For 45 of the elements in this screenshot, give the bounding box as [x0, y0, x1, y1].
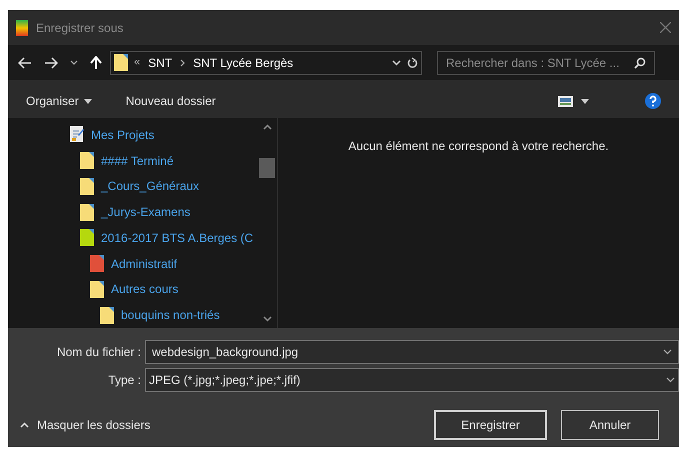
- file-type-label: Type :: [107, 372, 142, 389]
- tree-item[interactable]: Autres cours: [111, 280, 178, 298]
- folder-icon: [114, 54, 128, 71]
- chevron-up-icon[interactable]: [262, 124, 272, 130]
- path-segment[interactable]: SNT Lycée Bergès: [193, 54, 294, 72]
- chevron-down-icon[interactable]: [262, 316, 272, 322]
- hide-folders-button[interactable]: Masquer les dossiers: [20, 416, 150, 434]
- close-icon[interactable]: [660, 22, 671, 33]
- tree-item[interactable]: #### Terminé: [101, 152, 174, 170]
- forward-arrow-icon[interactable]: [44, 56, 58, 68]
- tree-item[interactable]: Mes Projets: [91, 126, 154, 144]
- tree-item[interactable]: _Jurys-Examens: [101, 203, 190, 222]
- up-arrow-icon[interactable]: [90, 56, 102, 70]
- help-icon[interactable]: [645, 93, 661, 109]
- search-icon[interactable]: [634, 56, 646, 68]
- scrollbar-thumb[interactable]: [259, 158, 275, 178]
- chevron-right-icon[interactable]: [180, 58, 186, 66]
- overflow-chevron[interactable]: «: [134, 54, 140, 71]
- tree-item[interactable]: 2016-2017 BTS A.Berges (C: [101, 228, 254, 247]
- file-name-field[interactable]: webdesign_background.jpg: [145, 340, 679, 364]
- dialog-button[interactable]: Annuler: [561, 410, 659, 440]
- app-icon: [16, 20, 28, 36]
- tree-item[interactable]: _Cours_Généraux: [101, 177, 200, 196]
- view-icon[interactable]: [558, 96, 573, 106]
- search-field[interactable]: Rechercher dans : SNT Lycée ...: [437, 50, 655, 74]
- chevron-down-icon[interactable]: [392, 60, 401, 66]
- file-type-dropdown[interactable]: JPEG (*.jpg;*.jpeg;*.jpe;*.jfif): [145, 368, 679, 392]
- dialog-button[interactable]: Enregistrer: [434, 410, 547, 440]
- empty-message: Aucun élément ne correspond à votre recherche.: [348, 138, 609, 153]
- chevron-down-icon[interactable]: [70, 60, 78, 66]
- path-segment[interactable]: SNT: [148, 54, 172, 72]
- refresh-icon[interactable]: [407, 56, 418, 68]
- file-name-label: Nom du fichier :: [56, 344, 142, 361]
- caret-down-icon[interactable]: [581, 98, 589, 104]
- tree-item[interactable]: bouquins non-triés: [121, 306, 220, 324]
- back-arrow-icon[interactable]: [18, 56, 32, 68]
- chevron-down-icon[interactable]: [666, 377, 675, 383]
- address-bar[interactable]: « SNT SNT Lycée Bergès: [110, 50, 422, 74]
- caret-down-icon[interactable]: [84, 98, 92, 104]
- chevron-down-icon[interactable]: [663, 349, 672, 355]
- tree-item[interactable]: Administratif: [111, 254, 178, 273]
- new-folder-button[interactable]: Nouveau dossier: [126, 92, 216, 110]
- organize-menu[interactable]: Organiser: [26, 92, 92, 110]
- document-icon: [70, 126, 84, 144]
- window-title: Enregistrer sous: [36, 20, 124, 36]
